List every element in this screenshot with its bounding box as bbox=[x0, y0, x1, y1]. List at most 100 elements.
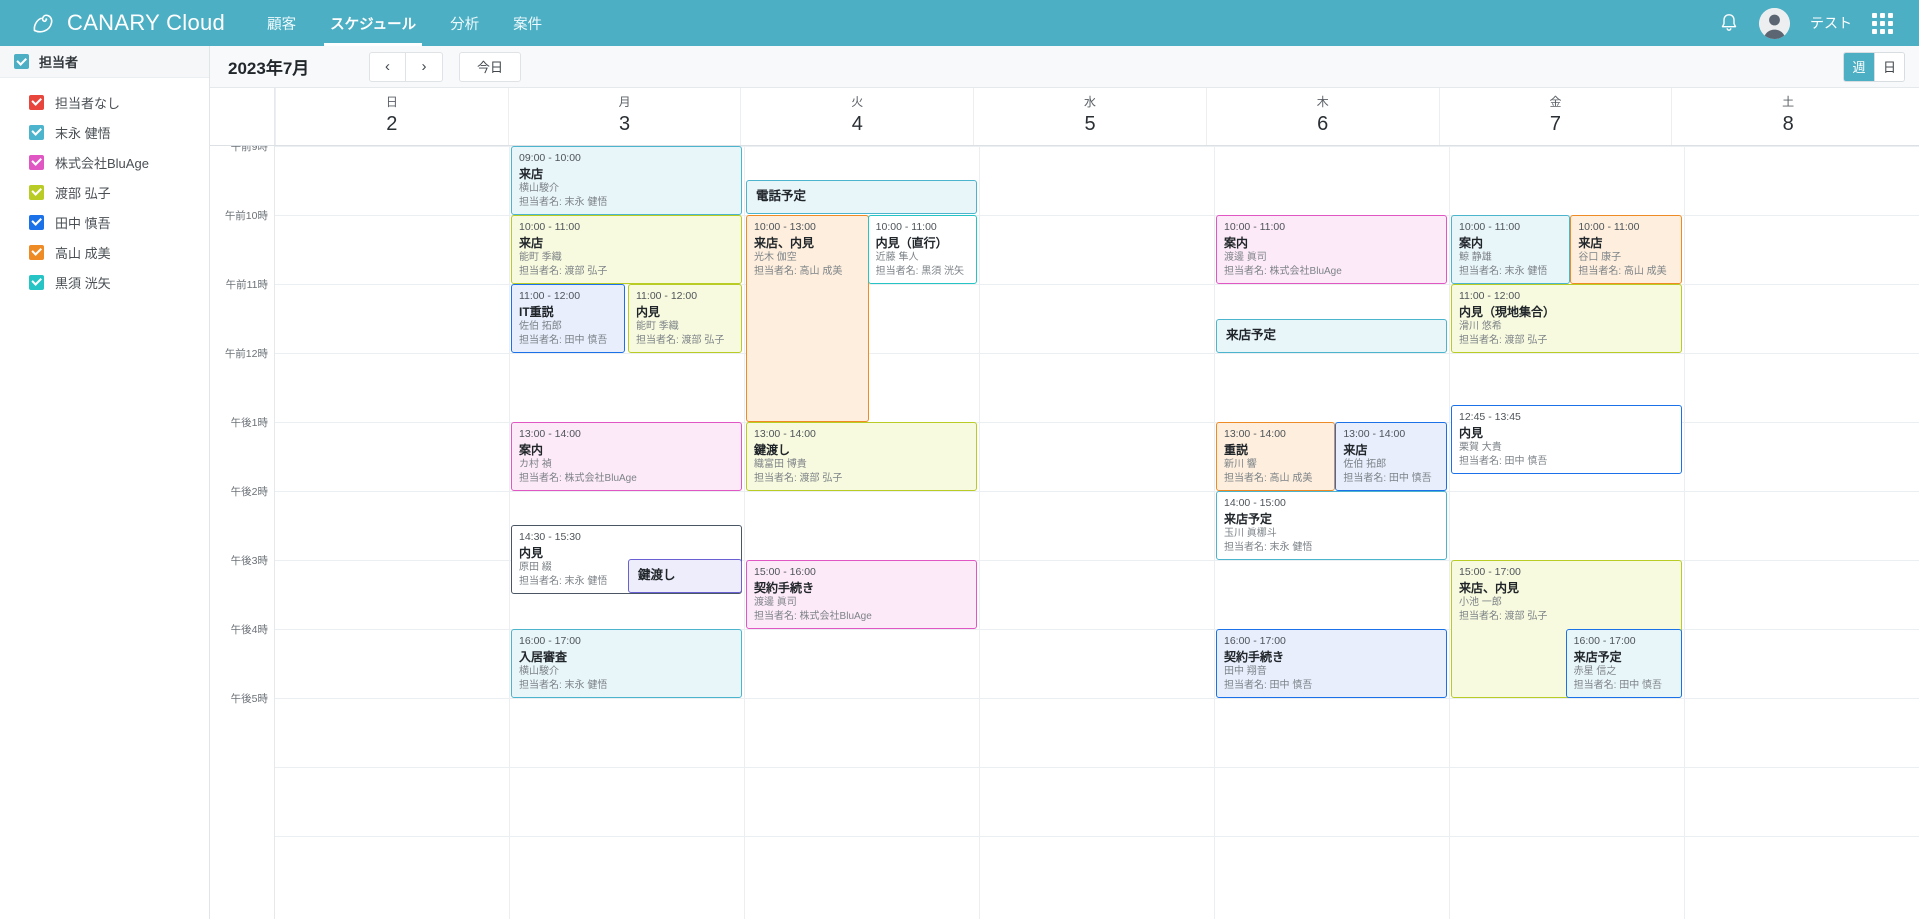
sidebar-item-assignee-4[interactable]: 田中 慎吾 bbox=[0, 207, 209, 237]
checkbox-assignee-2[interactable] bbox=[29, 154, 44, 170]
nav-link-customers[interactable]: 顧客 bbox=[265, 0, 298, 46]
event-assignee: 担当者名: 高山 成美 bbox=[1224, 472, 1313, 484]
day-number-6: 8 bbox=[1782, 113, 1794, 135]
hour-gridline bbox=[510, 353, 744, 354]
checkbox-assignee-4[interactable] bbox=[29, 214, 44, 230]
event-title: 来店、内見 bbox=[754, 235, 815, 250]
hour-gridline bbox=[745, 629, 979, 630]
day-number-3: 5 bbox=[1084, 113, 1096, 135]
event-customer: 田中 翔音 bbox=[1224, 666, 1267, 678]
checkbox-assignee-6[interactable] bbox=[29, 274, 44, 290]
event-customer: カ村 禎 bbox=[519, 459, 552, 471]
prev-week-button[interactable]: ‹ bbox=[369, 51, 406, 82]
hour-gridline bbox=[275, 767, 509, 768]
calendar-event[interactable]: 電話予定 bbox=[746, 180, 977, 214]
view-day-button[interactable]: 日 bbox=[1874, 52, 1904, 81]
calendar-toolbar: 2023年7月 ‹ › 今日 週 日 bbox=[210, 46, 1919, 88]
hour-gridline bbox=[980, 284, 1214, 285]
event-title: 来店 bbox=[519, 166, 544, 181]
calendar-period-title: 2023年7月 bbox=[228, 59, 310, 78]
calendar-event[interactable]: 13:00 - 14:00 来店 佐伯 拓郎 担当者名: 田中 慎吾 bbox=[1335, 422, 1447, 491]
brand-name: CANARY Cloud bbox=[67, 10, 226, 35]
checkbox-all-assignees[interactable] bbox=[14, 54, 29, 69]
event-assignee: 担当者名: 渡部 弘子 bbox=[754, 472, 843, 484]
day-column-3[interactable] bbox=[979, 146, 1214, 919]
event-title: 来店、内見 bbox=[1459, 580, 1520, 595]
sidebar-item-assignee-5[interactable]: 高山 成美 bbox=[0, 237, 209, 267]
sidebar-header-assignee[interactable]: 担当者 bbox=[0, 46, 209, 78]
assignee-label-6: 黒須 洸矢 bbox=[55, 275, 111, 291]
hour-gridline bbox=[1685, 491, 1919, 492]
checkbox-assignee-3[interactable] bbox=[29, 184, 44, 200]
calendar-event[interactable]: 10:00 - 13:00 来店、内見 光木 伽空 担当者名: 高山 成美 bbox=[746, 215, 870, 422]
calendar-event[interactable]: 15:00 - 16:00 契約手続き 渡邊 眞司 担当者名: 株式会社BluAge bbox=[746, 560, 977, 629]
calendar-event[interactable]: 11:00 - 12:00 IT重説 佐伯 拓郎 担当者名: 田中 慎吾 bbox=[511, 284, 625, 353]
day-column-1[interactable]: 09:00 - 10:00 来店 横山駿介 担当者名: 末永 健悟 10:00 - 11… bbox=[509, 146, 744, 919]
user-avatar[interactable] bbox=[1759, 7, 1790, 39]
calendar-event[interactable]: 16:00 - 17:00 契約手続き 田中 翔音 担当者名: 田中 慎吾 bbox=[1216, 629, 1447, 698]
hour-gridline bbox=[1685, 284, 1919, 285]
hour-gridline bbox=[1215, 353, 1449, 354]
hour-gridline bbox=[1685, 353, 1919, 354]
calendar-event[interactable]: 11:00 - 12:00 内見（現地集合） 滑川 悠希 担当者名: 渡部 弘子 bbox=[1451, 284, 1682, 353]
hour-gridline bbox=[275, 284, 509, 285]
checkbox-assignee-0[interactable] bbox=[29, 94, 44, 110]
brand-logo-area[interactable]: CANARY Cloud bbox=[28, 8, 225, 38]
calendar-event[interactable]: 13:00 - 14:00 重説 新川 響担当者名: 高山 成美 bbox=[1216, 422, 1335, 491]
day-column-2[interactable]: 電話予定 10:00 - 13:00 来店、内見 光木 伽空 担当者名: 高山 成美 10… bbox=[744, 146, 979, 919]
calendar-event[interactable]: 来店予定 bbox=[1216, 319, 1447, 353]
calendar-event[interactable]: 13:00 - 14:00 鍵渡し 織富田 博貴 担当者名: 渡部 弘子 bbox=[746, 422, 977, 491]
time-gutter: 午前9時 午前10時 午前11時 午前12時 午後1時 午後2時 午後3時 午後4時 午後5時 bbox=[210, 146, 275, 919]
checkbox-assignee-5[interactable] bbox=[29, 244, 44, 260]
sidebar-item-assignee-0[interactable]: 担当者なし bbox=[0, 87, 209, 117]
event-assignee: 担当者名: 末永 健悟 bbox=[519, 679, 608, 691]
calendar-event[interactable]: 16:00 - 17:00 来店予定 赤星 信之 担当者名: 田中 慎吾 bbox=[1565, 629, 1682, 698]
day-header-3: 水 5 bbox=[973, 88, 1206, 145]
today-button[interactable]: 今日 bbox=[459, 51, 522, 82]
hour-label-0: 午前9時 bbox=[230, 146, 268, 153]
sidebar-item-assignee-1[interactable]: 末永 健悟 bbox=[0, 117, 209, 147]
hour-gridline bbox=[275, 215, 509, 216]
calendar-event[interactable]: 鍵渡し bbox=[628, 559, 742, 593]
bell-icon[interactable] bbox=[1719, 12, 1739, 34]
view-week-button[interactable]: 週 bbox=[1844, 52, 1874, 81]
event-title: 電話予定 bbox=[756, 189, 807, 204]
hour-gridline bbox=[275, 836, 509, 837]
day-column-6[interactable] bbox=[1684, 146, 1919, 919]
next-week-button[interactable]: › bbox=[406, 51, 443, 82]
hour-gridline bbox=[275, 698, 509, 699]
day-column-0[interactable] bbox=[275, 146, 509, 919]
calendar-scroll-area[interactable]: 午前9時 午前10時 午前11時 午前12時 午後1時 午後2時 午後3時 午後4時 午後5時 … bbox=[210, 146, 1919, 919]
calendar-event[interactable]: 12:45 - 13:45 内見 栗賀 大貴 担当者名: 田中 慎吾 bbox=[1451, 405, 1682, 474]
checkbox-assignee-1[interactable] bbox=[29, 124, 44, 140]
day-number-5: 7 bbox=[1549, 113, 1562, 135]
calendar-event[interactable]: 16:00 - 17:00 入居審査 横山駿介 担当者名: 末永 健悟 bbox=[511, 629, 742, 698]
event-time: 13:00 - 14:00 bbox=[1224, 428, 1286, 440]
hour-gridline bbox=[745, 698, 979, 699]
calendar-event[interactable]: 10:00 - 11:00 来店 能町 季織 担当者名: 渡部 弘子 bbox=[511, 215, 742, 284]
apps-grid-icon[interactable] bbox=[1872, 12, 1893, 34]
calendar-event[interactable]: 11:00 - 12:00 内見 能町 季織 担当者名: 渡部 弘子 bbox=[628, 284, 742, 353]
nav-link-schedule[interactable]: スケジュール bbox=[324, 0, 423, 46]
calendar-event[interactable]: 10:00 - 11:00 案内 渡邊 眞司 担当者名: 株式会社BluAge bbox=[1216, 215, 1447, 284]
calendar-event[interactable]: 10:00 - 11:00 内見（直行） 近藤 隼人 担当者名: 黒須 洸矢 bbox=[867, 215, 977, 284]
day-column-4[interactable]: 10:00 - 11:00 案内 渡邊 眞司 担当者名: 株式会社BluAge 来店予定… bbox=[1214, 146, 1449, 919]
assignee-label-2: 株式会社BluAge bbox=[55, 155, 149, 171]
user-name-label[interactable]: テスト bbox=[1810, 13, 1852, 33]
calendar-event[interactable]: 09:00 - 10:00 来店 横山駿介 担当者名: 末永 健悟 bbox=[511, 146, 742, 215]
event-assignee: 担当者名: 渡部 弘子 bbox=[1459, 334, 1548, 346]
nav-link-projects[interactable]: 案件 bbox=[511, 0, 544, 46]
calendar-event[interactable]: 10:00 - 11:00 来店 谷口 康子 担当者名: 高山 成美 bbox=[1570, 215, 1682, 284]
event-customer: 横山駿介 bbox=[519, 183, 559, 195]
calendar-event[interactable]: 13:00 - 14:00 案内 カ村 禎担当者名: 株式会社BluAge bbox=[511, 422, 742, 491]
event-time: 11:00 - 12:00 bbox=[519, 290, 581, 302]
calendar-event[interactable]: 14:00 - 15:00 来店予定 玉川 眞梛斗 担当者名: 末永 健悟 bbox=[1216, 491, 1447, 560]
nav-link-analytics[interactable]: 分析 bbox=[448, 0, 481, 46]
event-time: 10:00 - 11:00 bbox=[1459, 221, 1521, 233]
sidebar-item-assignee-6[interactable]: 黒須 洸矢 bbox=[0, 267, 209, 297]
calendar-event[interactable]: 10:00 - 11:00 案内鯨 静雄 担当者名: 末永 健悟 bbox=[1451, 215, 1570, 284]
assignee-label-3: 渡部 弘子 bbox=[55, 185, 111, 201]
day-column-5[interactable]: 10:00 - 11:00 案内鯨 静雄 担当者名: 末永 健悟 10:00 - 11… bbox=[1449, 146, 1684, 919]
sidebar-item-assignee-3[interactable]: 渡部 弘子 bbox=[0, 177, 209, 207]
sidebar-item-assignee-2[interactable]: 株式会社BluAge bbox=[0, 147, 209, 177]
